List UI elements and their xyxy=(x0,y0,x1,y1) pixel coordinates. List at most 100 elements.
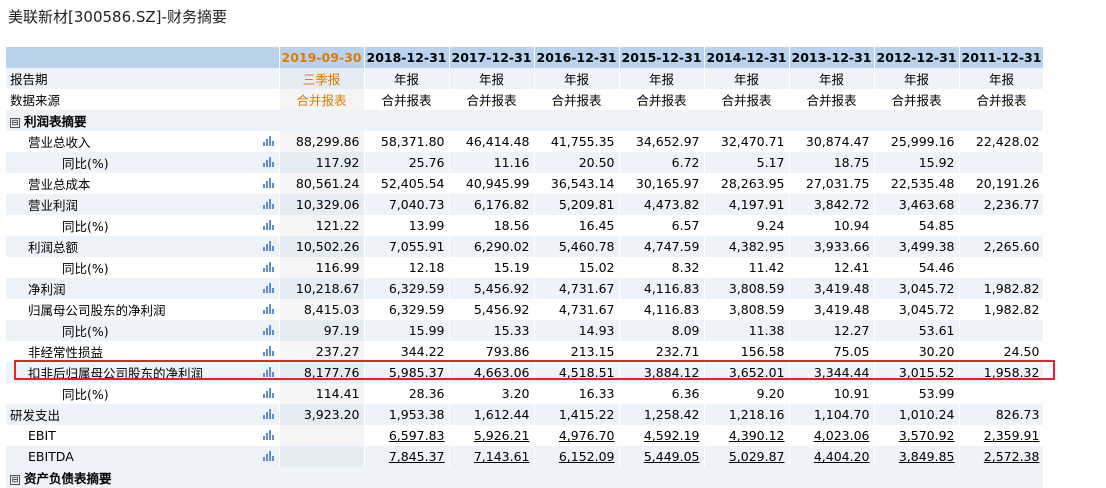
value-cell: 344.22 xyxy=(364,341,450,362)
value-text: 22,428.02 xyxy=(975,134,1040,149)
column-header-date[interactable]: 2012-12-31 xyxy=(874,47,960,68)
value-text: 58,371.80 xyxy=(380,134,445,149)
bar-chart-icon[interactable] xyxy=(262,199,274,209)
value-link[interactable]: 5,029.87 xyxy=(729,449,785,464)
value-text: 1,982.82 xyxy=(983,302,1040,317)
row-label-cell: 营业总成本 xyxy=(6,173,280,194)
value-text: 25.76 xyxy=(408,155,445,170)
value-link[interactable]: 5,449.05 xyxy=(644,449,700,464)
table-row: 同比(%) 97.19 15.99 15.33 14.93 8.09 11.38 12.27 5… xyxy=(6,320,1045,341)
value-text: 8.32 xyxy=(671,260,700,275)
value-text: 75.05 xyxy=(833,344,870,359)
row-label-cell: 同比(%) xyxy=(6,320,280,341)
collapse-icon[interactable]: ⊟ xyxy=(10,117,20,128)
value-text: 12.27 xyxy=(833,323,870,338)
bar-chart-icon[interactable] xyxy=(262,388,274,398)
bar-chart-icon[interactable] xyxy=(262,157,274,167)
value-cell: 1,982.82 xyxy=(959,299,1045,320)
value-cell: 9.20 xyxy=(704,383,790,404)
value-cell: 53.99 xyxy=(874,383,960,404)
source-cell: 合并报表 xyxy=(704,89,790,110)
column-header-date[interactable]: 2019-09-30 xyxy=(279,47,365,68)
value-text: 3,933.66 xyxy=(813,239,870,254)
bar-chart-icon[interactable] xyxy=(262,346,274,356)
value-cell: 25.76 xyxy=(364,152,450,173)
value-cell: 826.73 xyxy=(959,404,1045,425)
value-link[interactable]: 4,023.06 xyxy=(814,428,870,443)
section-title: 利润表摘要 xyxy=(24,114,87,129)
value-text: 80,561.24 xyxy=(295,176,360,191)
value-text: 5.17 xyxy=(756,155,785,170)
value-text: 12.41 xyxy=(833,260,870,275)
value-text: 11.38 xyxy=(748,323,785,338)
value-text: 1,104.70 xyxy=(813,407,870,422)
value-link[interactable]: 4,976.70 xyxy=(559,428,615,443)
value-link[interactable]: 6,597.83 xyxy=(389,428,445,443)
bar-chart-icon[interactable] xyxy=(262,304,274,314)
value-text: 114.41 xyxy=(315,386,360,401)
section-label-cell[interactable]: ⊟ 利润表摘要 xyxy=(6,110,1045,131)
value-cell: 237.27 xyxy=(279,341,365,362)
collapse-icon[interactable]: ⊟ xyxy=(10,474,20,485)
column-header-date[interactable]: 2017-12-31 xyxy=(449,47,535,68)
column-header-date[interactable]: 2014-12-31 xyxy=(704,47,790,68)
bar-chart-icon[interactable] xyxy=(262,178,274,188)
value-link[interactable]: 7,845.37 xyxy=(389,449,445,464)
bar-chart-icon[interactable] xyxy=(262,409,274,419)
bar-chart-icon[interactable] xyxy=(262,220,274,230)
column-header-date[interactable]: 2013-12-31 xyxy=(789,47,875,68)
value-cell: 5,209.81 xyxy=(534,194,620,215)
bar-chart-icon[interactable] xyxy=(262,241,274,251)
header-corner xyxy=(6,47,280,68)
value-text: 793.86 xyxy=(485,344,530,359)
bar-chart-icon[interactable] xyxy=(262,451,274,461)
value-cell: 11.16 xyxy=(449,152,535,173)
value-cell: 3,419.48 xyxy=(789,299,875,320)
value-text: 1,953.38 xyxy=(388,407,445,422)
value-link[interactable]: 5,926.21 xyxy=(474,428,530,443)
column-header-date[interactable]: 2015-12-31 xyxy=(619,47,705,68)
bar-chart-icon[interactable] xyxy=(262,430,274,440)
value-text: 4,731.67 xyxy=(558,281,615,296)
bar-chart-icon[interactable] xyxy=(262,325,274,335)
value-link[interactable]: 4,592.19 xyxy=(644,428,700,443)
column-header-date[interactable]: 2016-12-31 xyxy=(534,47,620,68)
bar-chart-icon[interactable] xyxy=(262,262,274,272)
report-type-row: 报告期 三季报 年报 年报 年报 年报 年报 年报 年报 年报 xyxy=(6,68,1045,89)
row-label: EBITDA xyxy=(28,449,74,464)
bar-chart-icon[interactable] xyxy=(262,283,274,293)
value-text: 117.92 xyxy=(315,155,360,170)
value-cell: 793.86 xyxy=(449,341,535,362)
value-link[interactable]: 3,849.85 xyxy=(899,449,955,464)
value-text: 6,290.02 xyxy=(473,239,530,254)
value-text: 97.19 xyxy=(323,323,360,338)
value-link[interactable]: 2,572.38 xyxy=(984,449,1040,464)
value-cell: 1,982.82 xyxy=(959,278,1045,299)
section-balance-summary[interactable]: ⊟ 资产负债表摘要 xyxy=(6,467,1045,488)
value-link[interactable]: 6,152.09 xyxy=(559,449,615,464)
column-header-date[interactable]: 2011-12-31 xyxy=(959,47,1045,68)
value-text: 15.33 xyxy=(493,323,530,338)
value-link[interactable]: 4,390.12 xyxy=(729,428,785,443)
row-label: 利润总额 xyxy=(28,240,79,255)
value-cell: 5,926.21 xyxy=(449,425,535,446)
bar-chart-icon[interactable] xyxy=(262,136,274,146)
value-link[interactable]: 4,404.20 xyxy=(814,449,870,464)
source-row: 数据来源 合并报表 合并报表 合并报表 合并报表 合并报表 合并报表 合并报表 合并报表 合并报表 xyxy=(6,89,1045,110)
value-cell: 1,010.24 xyxy=(874,404,960,425)
value-text: 4,382.95 xyxy=(728,239,785,254)
value-cell: 52,405.54 xyxy=(364,173,450,194)
value-text: 10.94 xyxy=(833,218,870,233)
value-cell: 2,265.60 xyxy=(959,236,1045,257)
value-text: 1,612.44 xyxy=(473,407,530,422)
value-link[interactable]: 2,359.91 xyxy=(984,428,1040,443)
value-link[interactable]: 3,570.92 xyxy=(899,428,955,443)
value-link[interactable]: 7,143.61 xyxy=(474,449,530,464)
column-header-date[interactable]: 2018-12-31 xyxy=(364,47,450,68)
bar-chart-icon[interactable] xyxy=(262,367,274,377)
source-cell: 合并报表 xyxy=(959,89,1045,110)
value-text: 30.20 xyxy=(918,344,955,359)
section-label-cell[interactable]: ⊟ 资产负债表摘要 xyxy=(6,467,1045,488)
section-income-summary[interactable]: ⊟ 利润表摘要 xyxy=(6,110,1045,131)
value-text: 121.22 xyxy=(315,218,360,233)
